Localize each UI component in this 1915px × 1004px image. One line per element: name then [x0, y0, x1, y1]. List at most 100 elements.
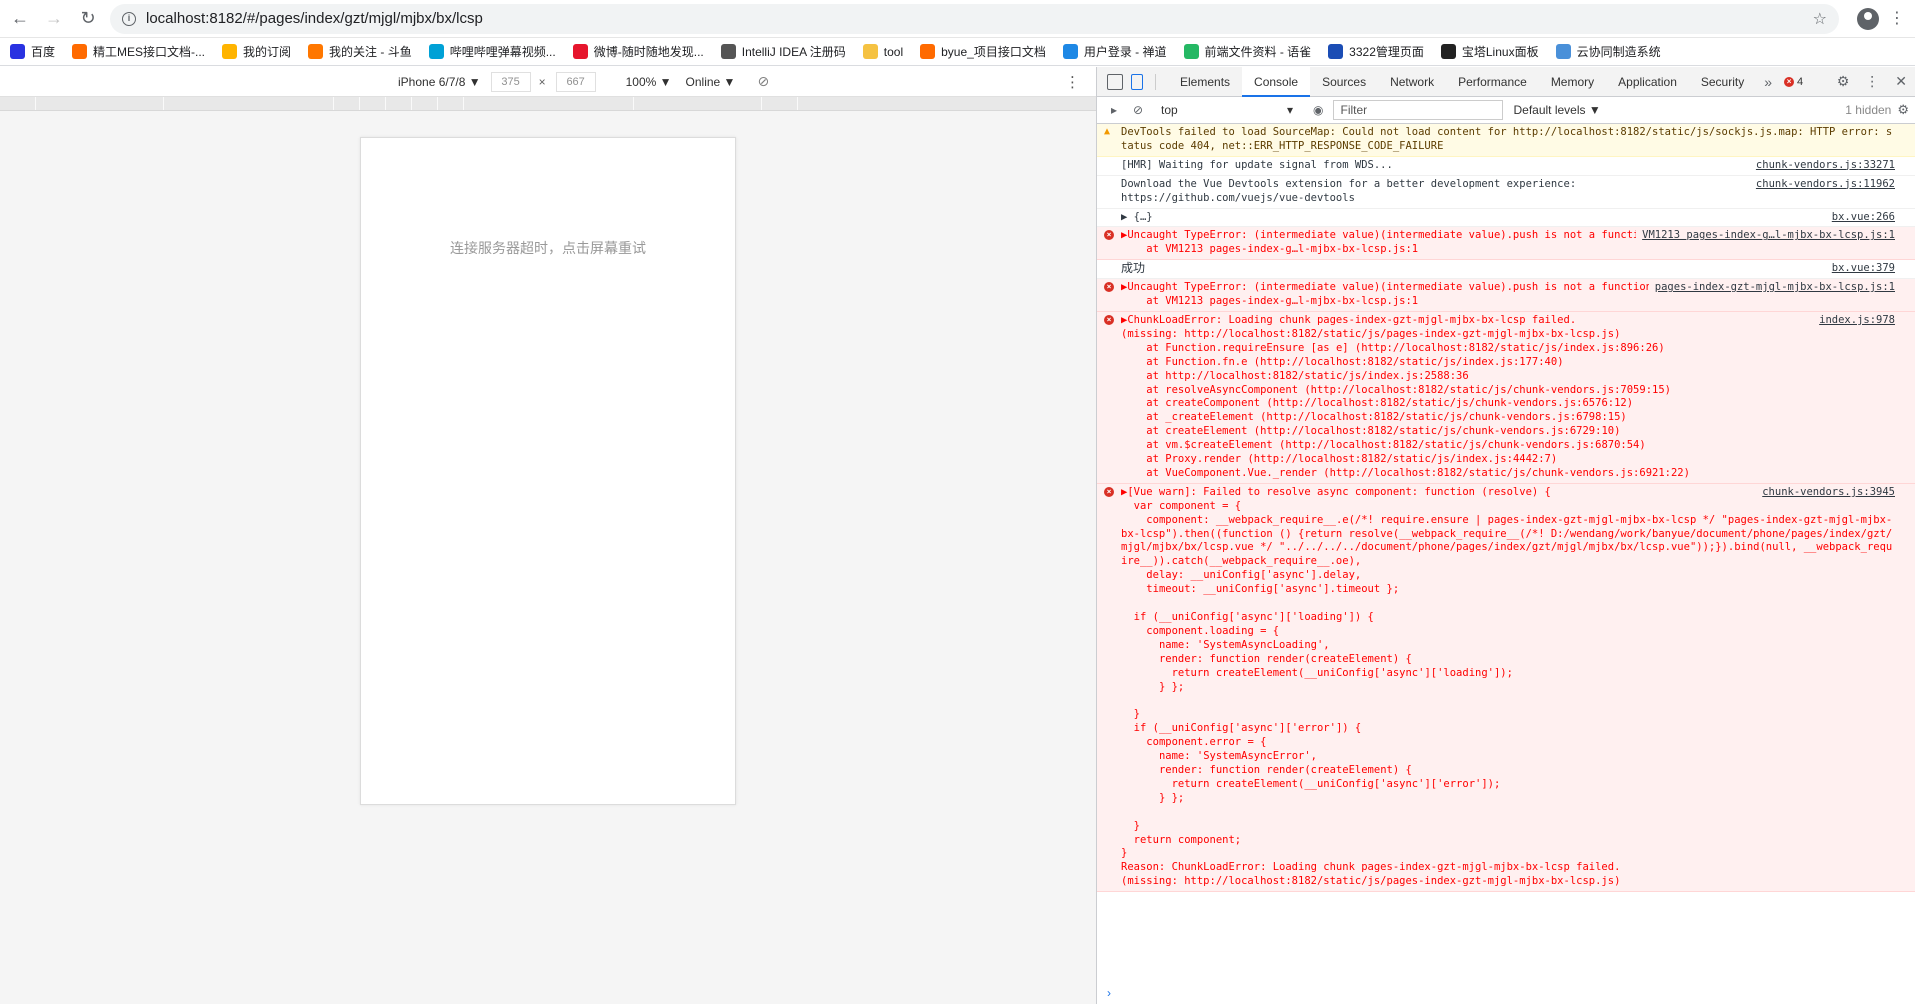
bookmark-favicon-icon — [428, 44, 444, 59]
bookmark-item[interactable]: IntelliJ IDEA 注册码 — [720, 43, 846, 60]
devtools-tab-bar: Elements Console Sources Network Performance… — [1097, 66, 1915, 97]
bookmark-label: 云协同制造系统 — [1576, 45, 1661, 59]
bookmark-item[interactable]: 我的关注 - 斗鱼 — [308, 43, 412, 60]
error-count-badge[interactable]: × 4 — [1784, 76, 1803, 88]
console-source-link[interactable]: chunk-vendors.js:11962 — [1750, 178, 1895, 192]
bookmark-item[interactable]: 微博-随时随地发现... — [572, 43, 704, 60]
main-area: iPhone 6/7/8 ▼ 375 × 667 100% ▼ Online ▼… — [0, 66, 1915, 1004]
media-query-ruler[interactable] — [0, 97, 1096, 111]
context-select[interactable]: top ▾ — [1157, 100, 1297, 120]
bookmark-item[interactable]: 前端文件资料 - 语雀 — [1183, 43, 1312, 60]
console-source-link[interactable]: chunk-vendors.js:33271 — [1750, 159, 1895, 173]
tab-sources[interactable]: Sources — [1310, 67, 1378, 97]
console-message[interactable]: × ▶[Vue warn]: Failed to resolve async co… — [1097, 483, 1915, 893]
omnibox[interactable]: i localhost:8182/#/pages/index/gzt/mjgl/… — [110, 3, 1839, 34]
console-message[interactable]: [HMR] Waiting for update signal from WDS… — [1097, 157, 1915, 176]
devtools-menu-icon[interactable]: ⋮ — [1865, 73, 1879, 90]
tab-memory[interactable]: Memory — [1539, 67, 1606, 97]
bookmark-item[interactable]: 用户登录 - 禅道 — [1062, 43, 1167, 60]
tab-performance[interactable]: Performance — [1446, 67, 1539, 97]
device-height-input[interactable]: 667 — [555, 71, 596, 92]
bookmark-label: byue_项目接口文档 — [941, 45, 1046, 59]
live-expression-eye-icon[interactable]: ◉ — [1313, 103, 1323, 117]
tab-network[interactable]: Network — [1378, 67, 1446, 97]
console-prompt[interactable]: › — [1097, 982, 1915, 1004]
console-message-text: 成功 — [1121, 261, 1146, 276]
error-count: 4 — [1797, 75, 1804, 88]
sidebar-toggle-icon[interactable]: ▸ — [1107, 103, 1121, 117]
bookmark-label: 前端文件资料 - 语雀 — [1204, 45, 1312, 59]
zoom-select[interactable]: 100% ▼ — [626, 75, 672, 89]
bookmark-favicon-icon — [72, 44, 88, 59]
bookmark-favicon-icon — [1062, 44, 1078, 59]
console-message-text: DevTools failed to load SourceMap: Could… — [1121, 126, 1893, 152]
bookmark-item[interactable]: 哔哩哔哩弹幕视频... — [428, 43, 556, 60]
close-devtools-icon[interactable]: ✕ — [1895, 73, 1907, 90]
console-source-link[interactable]: pages-index-gzt-mjgl-mjbx-bx-lcsp.js:1 — [1648, 281, 1895, 296]
back-arrow-icon[interactable]: ← — [6, 5, 34, 33]
bookmark-item[interactable]: tool — [862, 44, 904, 59]
device-width-input[interactable]: 375 — [490, 71, 531, 92]
tab-console[interactable]: Console — [1242, 66, 1311, 97]
bookmark-item[interactable]: 3322管理页面 — [1328, 43, 1424, 60]
bookmark-label: 3322管理页面 — [1349, 45, 1424, 59]
bookmark-star-icon[interactable]: ☆ — [1813, 9, 1827, 29]
bookmark-label: 百度 — [31, 45, 56, 59]
url-text[interactable]: localhost:8182/#/pages/index/gzt/mjgl/mj… — [146, 10, 483, 27]
reload-icon[interactable]: ↻ — [74, 5, 102, 33]
network-throttle-select[interactable]: Online ▼ — [686, 75, 736, 89]
bookmark-item[interactable]: 宝塔Linux面板 — [1440, 43, 1539, 60]
console-source-link[interactable]: index.js:978 — [1813, 313, 1895, 328]
address-bar-row: ← → ↻ i localhost:8182/#/pages/index/gzt… — [0, 0, 1915, 38]
console-filter-input[interactable]: Filter — [1333, 100, 1504, 120]
bookmark-label: IntelliJ IDEA 注册码 — [741, 45, 846, 59]
inspect-element-icon[interactable] — [1107, 73, 1123, 90]
device-viewport-pane: iPhone 6/7/8 ▼ 375 × 667 100% ▼ Online ▼… — [0, 67, 1097, 1004]
console-message[interactable]: ▲ DevTools failed to load SourceMap: Coul… — [1097, 124, 1915, 157]
bookmark-item[interactable]: 云协同制造系统 — [1555, 43, 1661, 60]
more-tabs-icon[interactable]: » — [1756, 74, 1780, 90]
console-source-link[interactable]: bx.vue:266 — [1826, 211, 1895, 225]
bookmark-label: 我的订阅 — [243, 45, 292, 59]
tab-elements[interactable]: Elements — [1168, 67, 1242, 97]
console-source-link[interactable]: VM1213 pages-index-g…l-mjbx-bx-lcsp.js:1 — [1636, 229, 1895, 244]
bookmark-favicon-icon — [862, 44, 878, 59]
bookmark-favicon-icon — [1555, 44, 1571, 59]
settings-gear-icon[interactable]: ⚙ — [1837, 73, 1850, 90]
context-value: top — [1161, 103, 1178, 117]
device-more-icon[interactable]: ⋮ — [1065, 73, 1080, 91]
profile-avatar-icon[interactable] — [1857, 7, 1879, 30]
bookmark-label: tool — [883, 44, 904, 59]
console-output[interactable]: ▲ DevTools failed to load SourceMap: Coul… — [1097, 124, 1915, 982]
bookmark-item[interactable]: 精工MES接口文档-... — [72, 43, 205, 60]
bookmark-favicon-icon — [308, 44, 324, 59]
bookmark-item[interactable]: byue_项目接口文档 — [920, 43, 1046, 60]
console-message[interactable]: × ▶Uncaught TypeError: (intermediate valu… — [1097, 227, 1915, 261]
console-message[interactable]: Download the Vue Devtools extension for … — [1097, 176, 1915, 209]
device-select[interactable]: iPhone 6/7/8 ▼ — [398, 75, 481, 89]
info-icon[interactable]: i — [122, 11, 136, 26]
rotate-icon[interactable]: ⊘ — [757, 73, 769, 90]
log-levels-select[interactable]: Default levels ▼ — [1513, 103, 1600, 117]
console-message[interactable]: 成功 bx.vue:379 — [1097, 260, 1915, 280]
console-settings-icon[interactable]: ⚙ — [1897, 102, 1909, 118]
timeout-message[interactable]: 连接服务器超时，点击屏幕重试 — [361, 238, 735, 258]
forward-arrow-icon[interactable]: → — [40, 5, 68, 33]
bookmark-favicon-icon — [10, 44, 25, 59]
bookmark-favicon-icon — [1183, 44, 1199, 59]
emulated-phone-screen[interactable]: 连接服务器超时，点击屏幕重试 — [360, 137, 736, 805]
clear-console-icon[interactable]: ⊘ — [1131, 103, 1145, 117]
hidden-count: 1 hidden — [1845, 103, 1892, 117]
bookmark-item[interactable]: 百度 — [10, 43, 55, 60]
console-message[interactable]: ▶ {…} bx.vue:266 — [1097, 209, 1915, 228]
device-toggle-icon[interactable] — [1131, 73, 1143, 90]
console-source-link[interactable]: chunk-vendors.js:3945 — [1756, 485, 1895, 500]
console-message[interactable]: × ▶ChunkLoadError: Loading chunk pages-in… — [1097, 311, 1915, 484]
tab-security[interactable]: Security — [1689, 67, 1756, 97]
bookmark-item[interactable]: 我的订阅 — [222, 43, 291, 60]
console-message[interactable]: × ▶Uncaught TypeError: (intermediate valu… — [1097, 279, 1915, 312]
console-source-link[interactable]: bx.vue:379 — [1826, 262, 1895, 276]
devtools-panel: Elements Console Sources Network Performance… — [1097, 66, 1915, 1004]
tab-application[interactable]: Application — [1606, 67, 1689, 97]
browser-menu-icon[interactable]: ⋮ — [1887, 10, 1907, 27]
